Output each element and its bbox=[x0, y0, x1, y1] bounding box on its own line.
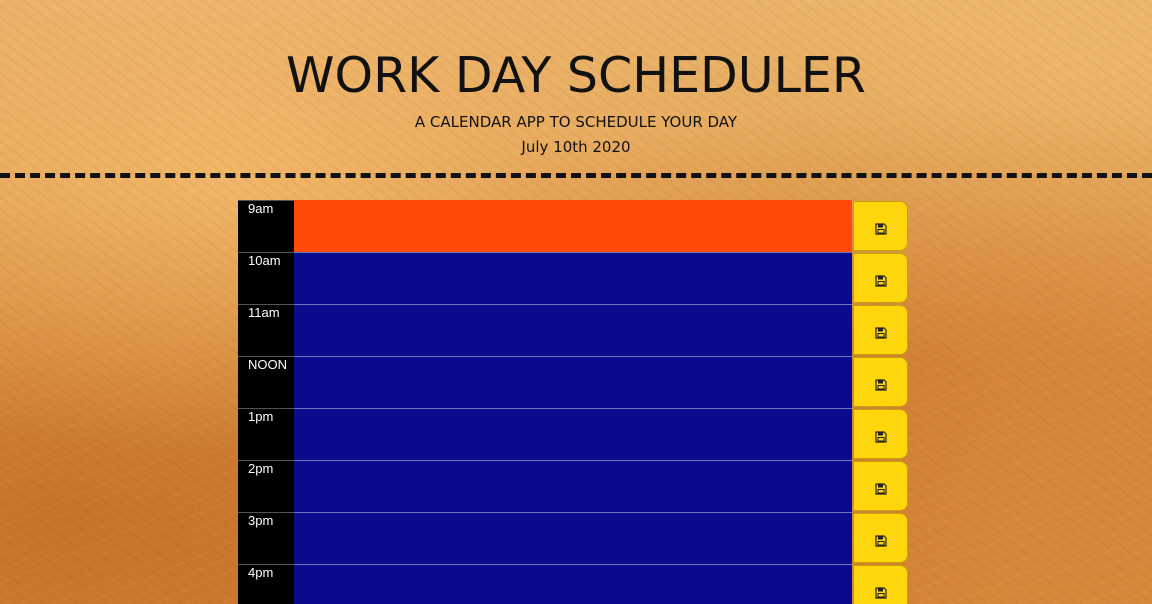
hour-label: 3pm bbox=[238, 512, 294, 564]
hour-label: 1pm bbox=[238, 408, 294, 460]
hour-label: 11am bbox=[238, 304, 294, 356]
save-button[interactable] bbox=[853, 305, 908, 355]
event-description-input[interactable] bbox=[294, 460, 852, 512]
event-description-input[interactable] bbox=[294, 304, 852, 356]
schedule-container: 9am 10am 11am NOON 1pm 2pm 3pm 4pm bbox=[238, 200, 908, 604]
event-description-input[interactable] bbox=[294, 564, 852, 604]
time-block: 3pm bbox=[238, 512, 908, 564]
page-header: WORK DAY SCHEDULER A CALENDAR APP TO SCH… bbox=[0, 0, 1152, 170]
time-block: 11am bbox=[238, 304, 908, 356]
save-icon bbox=[874, 376, 887, 391]
time-block: 4pm bbox=[238, 564, 908, 604]
event-description-input[interactable] bbox=[294, 200, 852, 252]
save-button[interactable] bbox=[853, 565, 908, 604]
time-block: 1pm bbox=[238, 408, 908, 460]
time-block: 2pm bbox=[238, 460, 908, 512]
time-block: NOON bbox=[238, 356, 908, 408]
save-icon bbox=[874, 272, 887, 287]
save-button[interactable] bbox=[853, 461, 908, 511]
save-button[interactable] bbox=[853, 409, 908, 459]
page-title: WORK DAY SCHEDULER bbox=[286, 47, 866, 104]
event-description-input[interactable] bbox=[294, 252, 852, 304]
save-icon bbox=[874, 428, 887, 443]
save-icon bbox=[874, 584, 887, 599]
save-button[interactable] bbox=[853, 357, 908, 407]
page-subtitle: A CALENDAR APP TO SCHEDULE YOUR DAY bbox=[414, 113, 738, 131]
event-description-input[interactable] bbox=[294, 512, 852, 564]
save-icon bbox=[874, 220, 887, 235]
time-block: 9am bbox=[238, 200, 908, 252]
save-button[interactable] bbox=[853, 513, 908, 563]
hour-label: 9am bbox=[238, 200, 294, 252]
header-divider bbox=[0, 173, 1152, 178]
save-icon bbox=[874, 480, 887, 495]
current-date: July 10th 2020 bbox=[521, 138, 631, 156]
event-description-input[interactable] bbox=[294, 356, 852, 408]
save-button[interactable] bbox=[853, 253, 908, 303]
event-description-input[interactable] bbox=[294, 408, 852, 460]
hour-label: NOON bbox=[238, 356, 294, 408]
save-button[interactable] bbox=[853, 201, 908, 251]
save-icon bbox=[874, 324, 887, 339]
hour-label: 2pm bbox=[238, 460, 294, 512]
time-block: 10am bbox=[238, 252, 908, 304]
hour-label: 10am bbox=[238, 252, 294, 304]
save-icon bbox=[874, 532, 887, 547]
hour-label: 4pm bbox=[238, 564, 294, 604]
